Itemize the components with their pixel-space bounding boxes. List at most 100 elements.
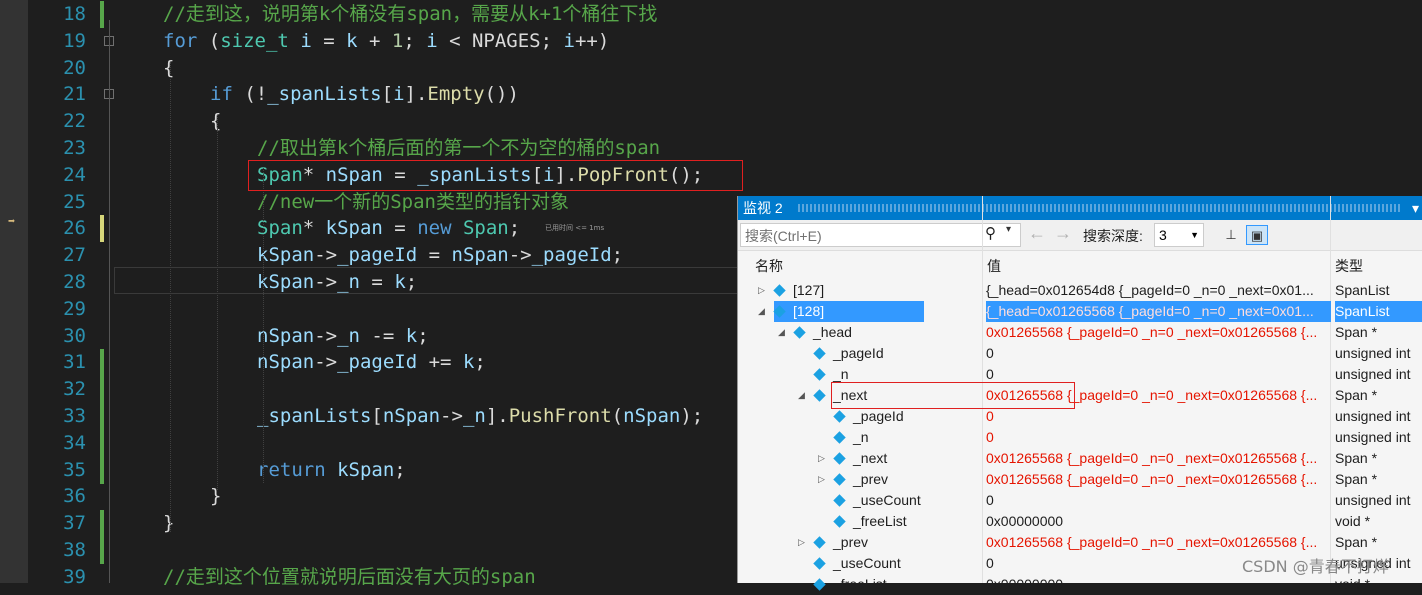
watch-type: void * (1335, 513, 1371, 529)
watch-name: _useCount (833, 555, 901, 571)
code-token: ]. (485, 405, 509, 427)
line-number: 22 (63, 110, 86, 133)
watch-value[interactable]: 0 (986, 490, 1331, 511)
watch-type: Span * (1335, 450, 1378, 466)
watch-value[interactable]: 0x00000000 (986, 574, 1331, 595)
code-token: 1 (391, 29, 404, 52)
watch-value[interactable]: 0x01265568 {_pageId=0 _n=0 _next=0x01265… (986, 448, 1331, 469)
code-token: ( (197, 29, 221, 52)
code-line[interactable]: for (size_t i = k + 1; i < NPAGES; i++) (163, 28, 609, 55)
watch-title-bar[interactable]: 监视 2 ▾ (738, 196, 1422, 220)
watch-row[interactable]: _n 0 unsigned int (750, 427, 1422, 448)
collapse-arrow-icon[interactable]: ◢ (798, 385, 805, 406)
expand-arrow-icon[interactable]: ▷ (758, 280, 765, 301)
code-token: += (417, 351, 463, 374)
column-value[interactable]: 值 (987, 256, 1001, 276)
glyph-margin[interactable]: ➡ (0, 0, 28, 583)
watch-row[interactable]: _freeList 0x00000000 void * (750, 511, 1422, 532)
watch-row[interactable]: ▷ _prev 0x01265568 {_pageId=0 _n=0 _next=0… (750, 469, 1422, 490)
watch-value[interactable]: 0 (986, 343, 1331, 364)
code-line[interactable]: if (!_spanLists[i].Empty()) (210, 81, 519, 108)
code-token: _pageId (531, 244, 612, 267)
code-line[interactable]: nSpan->_pageId += k; (257, 349, 486, 376)
code-token: _spanLists (267, 83, 382, 106)
line-number: 31 (63, 351, 86, 374)
line-number: 20 (63, 56, 86, 79)
watch-value[interactable]: {_head=0x012654d8 {_pageId=0 _n=0 _next=… (986, 280, 1331, 301)
watch-value[interactable]: 0x01265568 {_pageId=0 _n=0 _next=0x01265… (986, 469, 1331, 490)
forward-arrow-icon[interactable]: → (1054, 223, 1072, 244)
depth-select[interactable]: 3 ▼ (1154, 223, 1204, 247)
search-dropdown-icon[interactable]: ▾ (1006, 224, 1011, 235)
watch-value[interactable]: 0x01265568 {_pageId=0 _n=0 _next=0x01265… (986, 532, 1331, 553)
watch-value[interactable]: 0x01265568 {_pageId=0 _n=0 _next=0x01265… (986, 322, 1331, 343)
code-line[interactable]: } (163, 510, 174, 537)
watch-row[interactable]: ▷ [127] {_head=0x012654d8 {_pageId=0 _n=0 … (750, 280, 1422, 301)
watch-window[interactable]: 监视 2 ▾ 搜索(Ctrl+E) ⚲ ▾ ← → 搜索深度: 3 ▼ ⊥ ▣ … (737, 196, 1422, 592)
code-token: + (357, 29, 392, 52)
chevron-down-icon: ▼ (1190, 230, 1199, 240)
watermark: CSDN @青春不打烊 (1242, 557, 1389, 576)
expand-arrow-icon[interactable]: ▷ (818, 448, 825, 469)
code-token: (! (232, 83, 268, 106)
change-marker (100, 1, 104, 28)
watch-value[interactable]: {_head=0x01265568 {_pageId=0 _n=0 _next=… (986, 301, 1331, 322)
field-icon (793, 326, 806, 339)
line-number: 26 (63, 217, 86, 240)
code-line[interactable]: } (210, 483, 221, 510)
window-menu-icon[interactable]: ▾ (1412, 196, 1419, 220)
code-line[interactable]: { (210, 108, 221, 135)
watch-row[interactable]: ▷ _prev 0x01265568 {_pageId=0 _n=0 _next=0… (750, 532, 1422, 553)
column-name[interactable]: 名称 (755, 256, 783, 276)
watch-row[interactable]: _freeList 0x00000000 void * (750, 574, 1422, 595)
code-line[interactable]: _spanLists[nSpan->_n].PushFront(nSpan); (257, 403, 703, 430)
code-token: ; (474, 351, 486, 374)
watch-row[interactable]: ◢ [128] {_head=0x01265568 {_pageId=0 _n=0 … (750, 301, 1422, 322)
line-number: 27 (63, 244, 86, 267)
watch-value[interactable]: 0x00000000 (986, 511, 1331, 532)
field-icon (813, 347, 826, 360)
code-line[interactable]: Span* kSpan = new Span; (257, 215, 520, 242)
search-icon[interactable]: ⚲ (985, 224, 996, 242)
code-token: nSpan (382, 405, 441, 427)
watch-value[interactable]: 0 (986, 427, 1331, 448)
watch-row[interactable]: ▷ _next 0x01265568 {_pageId=0 _n=0 _next=0… (750, 448, 1422, 469)
watch-value[interactable]: 0 (986, 406, 1331, 427)
expand-arrow-icon[interactable]: ▷ (818, 469, 825, 490)
code-token: = (382, 217, 418, 240)
watch-row[interactable]: _useCount 0 unsigned int (750, 490, 1422, 511)
code-line[interactable]: //取出第k个桶后面的第一个不为空的桶的span (257, 135, 660, 162)
collapse-arrow-icon[interactable]: ◢ (778, 322, 785, 343)
line-number: 25 (63, 190, 86, 213)
code-token: _n (462, 405, 486, 427)
code-token: //走到这个位置就说明后面没有大页的span (163, 565, 536, 588)
field-icon (833, 431, 846, 444)
back-arrow-icon[interactable]: ← (1028, 223, 1046, 244)
code-token: PushFront (508, 405, 612, 427)
code-token: < NPAGES; (437, 29, 564, 52)
watch-name: _n (833, 366, 849, 382)
code-token: = (311, 29, 347, 52)
code-line[interactable]: //走到这个位置就说明后面没有大页的span (163, 564, 536, 591)
watch-type: Span * (1335, 534, 1378, 550)
code-line[interactable]: return kSpan; (257, 457, 406, 484)
code-line[interactable]: { (163, 55, 174, 82)
filter-pin-icon[interactable]: ⊥ (1220, 225, 1242, 245)
column-type[interactable]: 类型 (1335, 256, 1363, 276)
watch-name: [127] (793, 282, 825, 298)
watch-row[interactable]: ◢ _head 0x01265568 {_pageId=0 _n=0 _next=0… (750, 322, 1422, 343)
code-line[interactable]: kSpan->_pageId = nSpan->_pageId; (257, 242, 623, 269)
code-token: //取出第k个桶后面的第一个不为空的桶的span (257, 137, 661, 159)
line-number: 21 (63, 83, 86, 106)
collapse-arrow-icon[interactable]: ◢ (758, 301, 765, 322)
expand-arrow-icon[interactable]: ▷ (798, 532, 805, 553)
watch-row[interactable]: _pageId 0 unsigned int (750, 406, 1422, 427)
hex-display-icon[interactable]: ▣ (1246, 225, 1268, 245)
code-line[interactable]: nSpan->_n -= k; (257, 323, 429, 350)
code-line[interactable]: //走到这，说明第k个桶没有span，需要从k+1个桶往下找 (163, 1, 657, 28)
watch-name: _prev (853, 471, 889, 487)
search-input[interactable]: 搜索(Ctrl+E) (740, 223, 1021, 247)
watch-row[interactable]: _pageId 0 unsigned int (750, 343, 1422, 364)
code-line[interactable]: //new一个新的Span类型的指针对象 (257, 189, 569, 216)
